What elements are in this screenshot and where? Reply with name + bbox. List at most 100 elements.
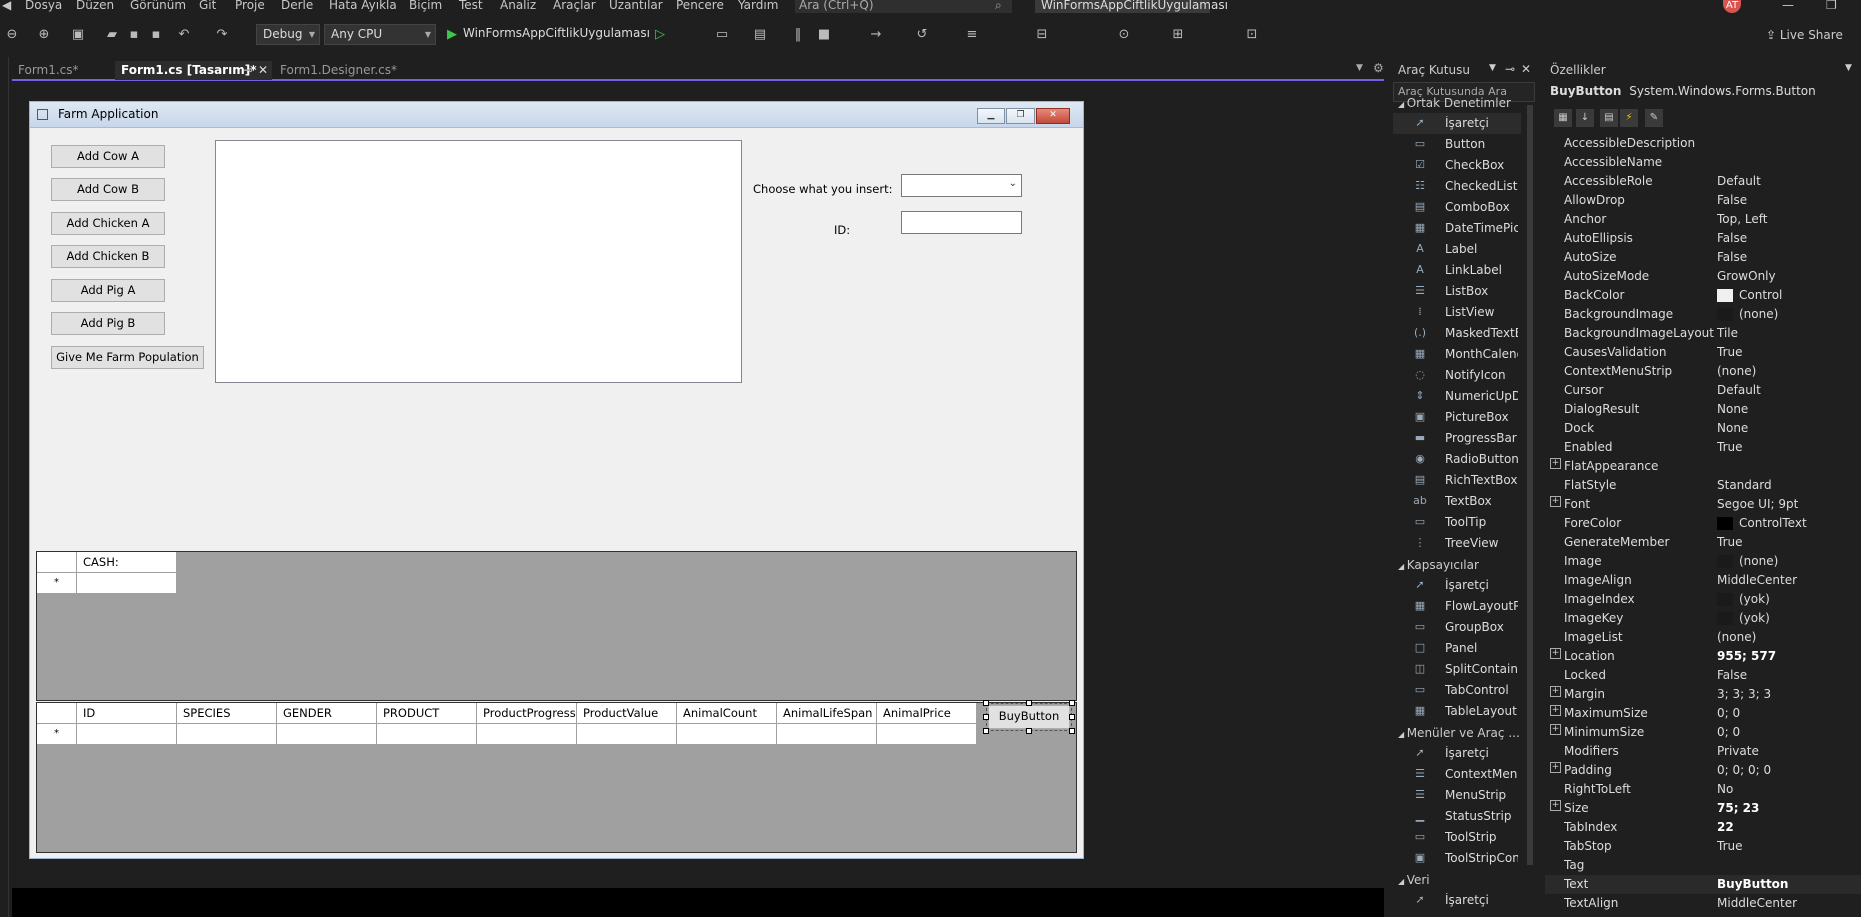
form-close-button[interactable]: ✕ (1036, 108, 1070, 124)
menu-item-analiz[interactable]: Analiz (500, 0, 536, 12)
property-row[interactable]: Image (none) (1545, 552, 1861, 571)
property-row[interactable]: + MinimumSize 0; 0 (1545, 723, 1861, 742)
property-value[interactable]: Control (1717, 288, 1857, 302)
toolbox-item[interactable]: ▭ GroupBox (1393, 617, 1521, 638)
table-cell[interactable] (877, 724, 977, 745)
start-without-debug-icon[interactable]: ▷ (652, 27, 668, 43)
toolbox-item[interactable]: ⋮ TreeView (1393, 533, 1521, 554)
column-header-productvalue[interactable]: ProductValue (577, 703, 677, 724)
animal-datagrid[interactable]: ID SPECIES GENDER PRODUCT ProductProgres… (36, 702, 1077, 853)
toolbox-item[interactable]: ▦ MonthCalendar (1393, 344, 1521, 365)
property-value[interactable]: True (1717, 440, 1857, 454)
column-header-productprogress[interactable]: ProductProgress (477, 703, 577, 724)
property-row[interactable]: ContextMenuStrip (none) (1545, 362, 1861, 381)
add-pig-a-button[interactable]: Add Pig A (51, 279, 165, 302)
align-icon[interactable]: ⊟ (1034, 27, 1050, 43)
toolbox-item[interactable]: ▭ ToolTip (1393, 512, 1521, 533)
property-value[interactable]: 22 (1717, 820, 1857, 834)
table-cell[interactable] (277, 724, 377, 745)
platform-dropdown[interactable]: Any CPU ▼ (324, 24, 436, 45)
property-row[interactable]: Anchor Top, Left (1545, 210, 1861, 229)
toolbox-item[interactable]: ➚ İşaretçi (1393, 890, 1521, 911)
layout-icon[interactable]: ▤ (752, 27, 768, 43)
property-row[interactable]: ImageAlign MiddleCenter (1545, 571, 1861, 590)
property-row[interactable]: + MaximumSize 0; 0 (1545, 704, 1861, 723)
expand-icon[interactable]: + (1550, 496, 1561, 507)
property-value[interactable]: ControlText (1717, 516, 1857, 530)
form-window[interactable]: Farm Application ▁ ❐ ✕ Add Cow A Add Cow… (29, 101, 1084, 859)
properties-object-selector[interactable]: BuyButton System.Windows.Forms.Button (1545, 82, 1861, 102)
property-row[interactable]: + FlatAppearance (1545, 457, 1861, 476)
resize-handle[interactable] (1069, 700, 1075, 706)
pause-icon[interactable]: ‖ (790, 27, 806, 43)
toolbox-item[interactable]: ☰ ContextMenuStrip (1393, 764, 1521, 785)
toolbox-section-header[interactable]: ◢ Kapsayıcılar (1398, 558, 1479, 572)
property-pages-icon[interactable]: ✎ (1645, 109, 1663, 127)
property-row[interactable]: GenerateMember True (1545, 533, 1861, 552)
toolbox-scrollbar[interactable] (1527, 105, 1533, 865)
menu-item-dosya[interactable]: Dosya (25, 0, 62, 12)
grid-icon[interactable]: ⊞ (1170, 27, 1186, 43)
property-row[interactable]: AutoSizeMode GrowOnly (1545, 267, 1861, 286)
table-cell[interactable] (477, 724, 577, 745)
property-row[interactable]: ImageIndex (yok) (1545, 590, 1861, 609)
property-row[interactable]: RightToLeft No (1545, 780, 1861, 799)
property-row[interactable]: + Margin 3; 3; 3; 3 (1545, 685, 1861, 704)
tab-order-icon[interactable]: ⊡ (1244, 27, 1260, 43)
save-all-icon[interactable]: ▪ (148, 27, 164, 43)
toolbox-item[interactable]: ☰ ListBox (1393, 281, 1521, 302)
property-value[interactable]: True (1717, 345, 1857, 359)
tab-form1-design[interactable]: Form1.cs [Tasarım]* ⊸ ✕ (115, 61, 272, 80)
column-header-id[interactable]: ID (77, 703, 177, 724)
form-minimize-button[interactable]: ▁ (977, 108, 1005, 124)
property-value[interactable]: (yok) (1717, 592, 1857, 606)
expand-icon[interactable]: + (1550, 458, 1561, 469)
save-icon[interactable]: ▪ (126, 27, 142, 43)
toolbox-item[interactable]: ➚ İşaretçi (1393, 113, 1521, 134)
property-row[interactable]: + Size 75; 23 (1545, 799, 1861, 818)
menu-item-gorunum[interactable]: Görünüm (130, 0, 186, 12)
run-target-button[interactable]: WinFormsAppCiftlikUygulaması (463, 26, 650, 40)
property-row[interactable]: Enabled True (1545, 438, 1861, 457)
pin-icon[interactable]: ⊸ (243, 61, 253, 79)
toolbox-item[interactable]: ▬ ProgressBar (1393, 428, 1521, 449)
resize-handle[interactable] (1069, 728, 1075, 734)
property-value[interactable]: 0; 0; 0; 0 (1717, 763, 1857, 777)
resize-handle[interactable] (1026, 728, 1032, 734)
events-icon[interactable]: ⚡ (1620, 109, 1638, 127)
property-value[interactable]: No (1717, 782, 1857, 796)
property-row[interactable]: + Location 955; 577 (1545, 647, 1861, 666)
column-header-animallifespan[interactable]: AnimalLifeSpan (777, 703, 877, 724)
property-value[interactable]: Private (1717, 744, 1857, 758)
toolbox-item[interactable]: ▁ StatusStrip (1393, 806, 1521, 827)
close-icon[interactable]: ✕ (1521, 62, 1531, 76)
toolbox-item[interactable]: (.) MaskedTextBox (1393, 323, 1521, 344)
toolbox-item[interactable]: ▭ ToolStrip (1393, 827, 1521, 848)
property-row[interactable]: AccessibleDescription (1545, 134, 1861, 153)
menu-item-yardim[interactable]: Yardım (738, 0, 778, 12)
property-value[interactable]: 0; 0 (1717, 706, 1857, 720)
property-row[interactable]: TextAlign MiddleCenter (1545, 894, 1861, 913)
menu-item-hata-ayikla[interactable]: Hata Ayıkla (329, 0, 397, 12)
property-row[interactable]: ImageKey (yok) (1545, 609, 1861, 628)
property-value[interactable]: Default (1717, 174, 1857, 188)
property-value[interactable]: (none) (1717, 307, 1857, 321)
property-value[interactable]: 75; 23 (1717, 801, 1857, 815)
expand-icon[interactable]: + (1550, 686, 1561, 697)
property-value[interactable]: BuyButton (1717, 877, 1857, 891)
menu-item-git[interactable]: Git (199, 0, 216, 12)
property-value[interactable]: Standard (1717, 478, 1857, 492)
property-row[interactable]: AllowDrop False (1545, 191, 1861, 210)
toolbox-item[interactable]: □ Panel (1393, 638, 1521, 659)
start-icon[interactable]: ▶ (444, 27, 460, 43)
property-value[interactable]: Segoe UI; 9pt (1717, 497, 1857, 511)
config-dropdown[interactable]: Debug ▼ (256, 24, 320, 45)
table-cell[interactable] (77, 724, 177, 745)
property-row[interactable]: ForeColor ControlText (1545, 514, 1861, 533)
table-cell[interactable] (177, 724, 277, 745)
stop-icon[interactable]: ■ (816, 27, 832, 43)
property-row[interactable]: AutoSize False (1545, 248, 1861, 267)
toolbox-item[interactable]: ◫ SplitContainer (1393, 659, 1521, 680)
zoom-icon[interactable]: ⊙ (1116, 27, 1132, 43)
cash-datagrid[interactable]: CASH: * (36, 551, 1077, 701)
